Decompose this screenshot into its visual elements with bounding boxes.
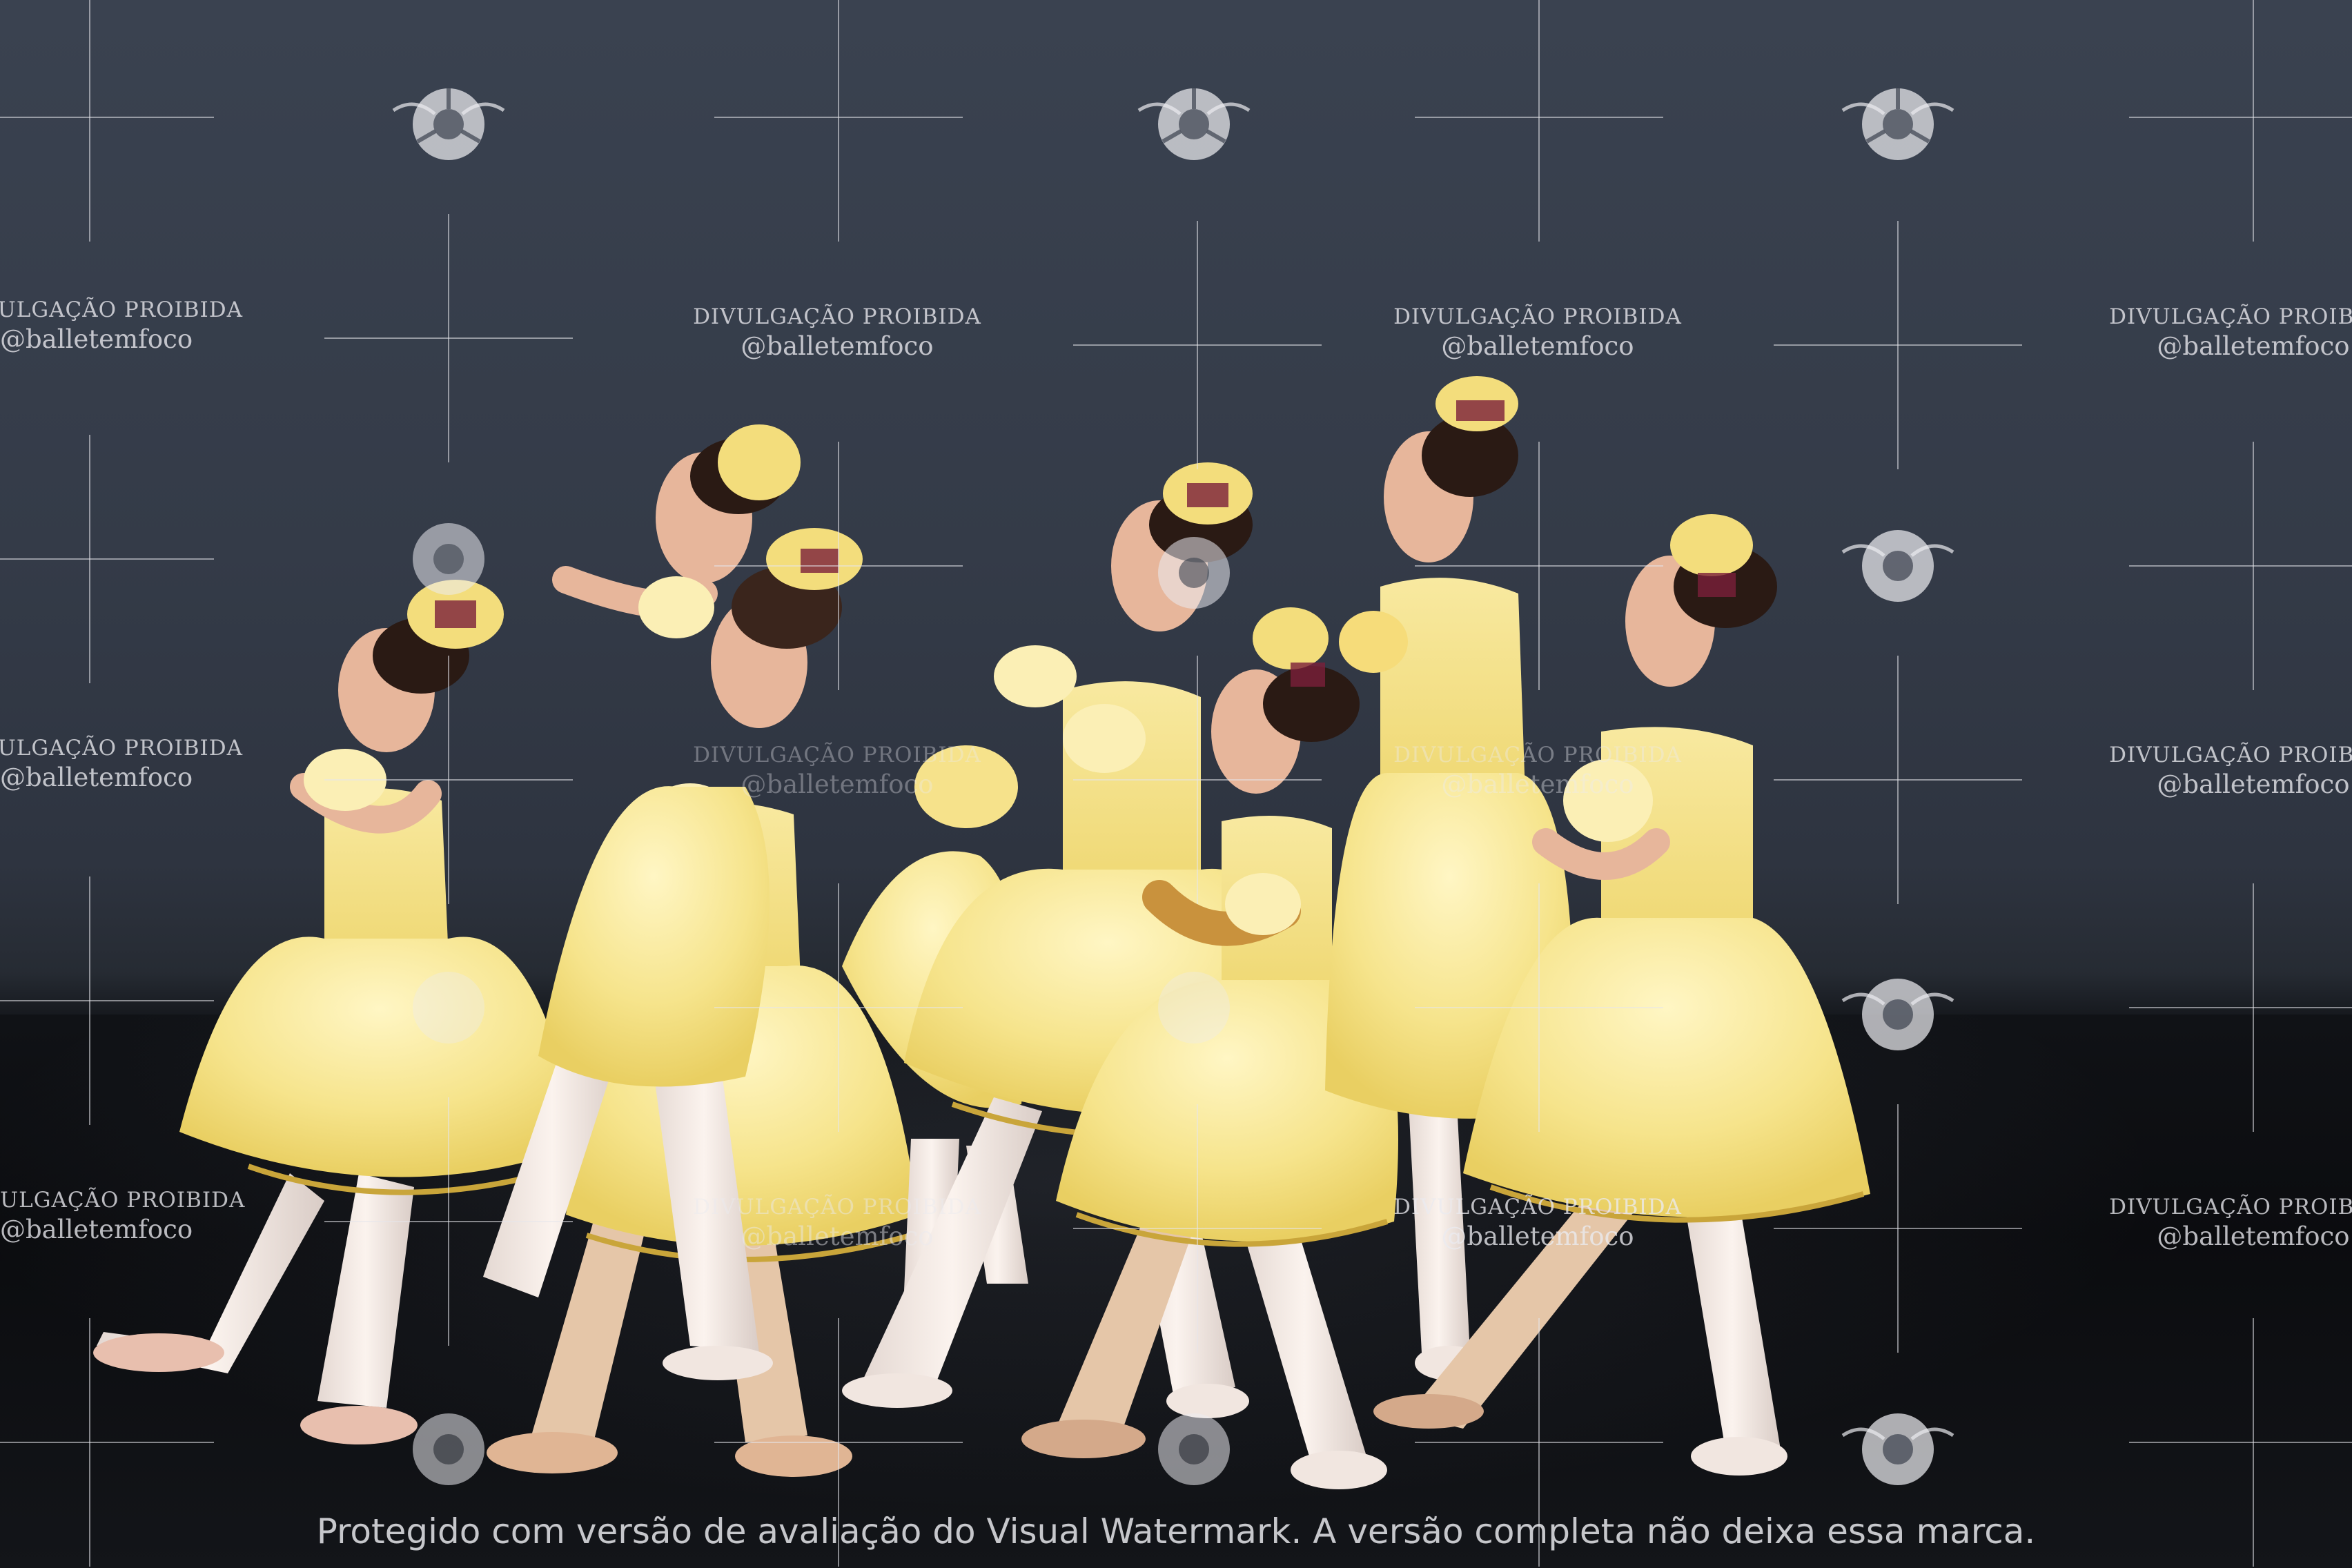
- dancers-illustration: [93, 376, 1870, 1489]
- dancer-1: [93, 580, 580, 1444]
- photo-stage: IVULGAÇÃO PROIBIDA @balletemfoco DIVULGA…: [0, 0, 2352, 1568]
- trial-watermark-caption: Protegido com versão de avaliação do Vis…: [316, 1511, 2036, 1551]
